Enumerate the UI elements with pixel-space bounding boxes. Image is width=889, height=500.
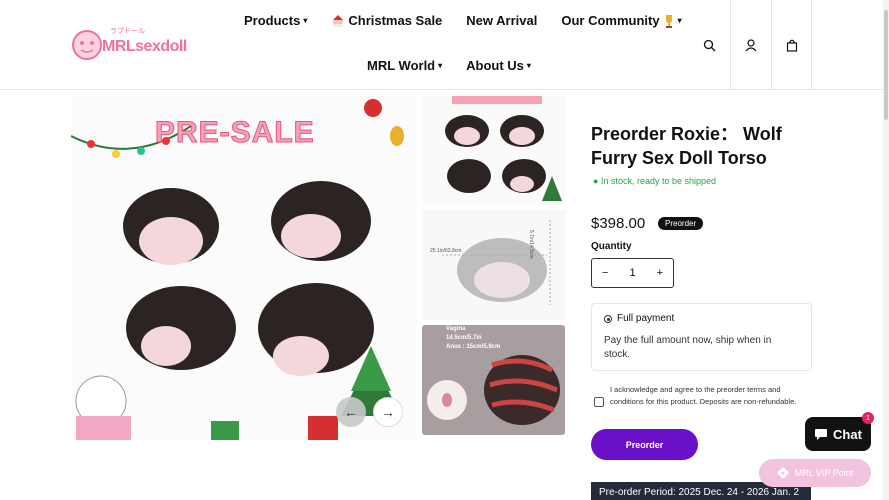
thumbnail-1[interactable] (422, 96, 565, 205)
thumbnail-2[interactable]: 25.1in/63.8cm 5.7in/14.5cm (422, 210, 565, 320)
terms-checkbox[interactable] (594, 397, 604, 407)
chat-unread-badge: 1 (862, 412, 874, 424)
arrow-right-icon: → (381, 404, 395, 420)
stock-dot-icon: ● (593, 176, 599, 186)
thumbnail-3-line-3: Anus : 15cm/5.9cm (446, 344, 501, 350)
chevron-down-icon: ▾ (526, 61, 531, 70)
vip-points-button[interactable]: MRL VIP Point (759, 459, 871, 487)
nav-new-arrival-label: New Arrival (466, 13, 538, 28)
payment-option-title: Full payment (617, 313, 675, 324)
flower-icon (777, 467, 789, 479)
stock-status: ● In stock, ready to be shipped (593, 176, 716, 186)
nav-about-us-label: About Us (466, 58, 524, 73)
thumbnail-2-dim-a: 25.1in/63.8cm (430, 248, 462, 254)
nav-christmas-sale-label: Christmas Sale (348, 13, 443, 28)
vip-points-label: MRL VIP Point (794, 468, 854, 478)
quantity-increase-button[interactable]: + (657, 267, 663, 279)
logo-mascot-icon (72, 30, 102, 60)
account-button[interactable] (730, 0, 771, 90)
cart-button[interactable] (771, 0, 812, 90)
nav-our-community[interactable]: Our Community ▾ (561, 13, 681, 28)
gallery-prev-button[interactable]: ← (336, 397, 366, 427)
nav-mrl-world[interactable]: MRL World ▾ (367, 58, 442, 73)
page-scrollbar-thumb[interactable] (884, 10, 888, 120)
payment-radio[interactable] (604, 315, 612, 323)
user-icon (745, 38, 757, 51)
search-button[interactable] (689, 0, 730, 90)
nav-mrl-world-label: MRL World (367, 58, 436, 73)
presale-banner: PRE-SALE (155, 116, 315, 150)
terms-text: I acknowledge and agree to the preorder … (610, 385, 797, 406)
santa-icon (333, 14, 344, 27)
chevron-down-icon: ▾ (303, 16, 308, 25)
chat-icon (815, 428, 828, 440)
payment-option-description: Pay the full amount now, ship when in st… (604, 335, 772, 360)
quantity-label: Quantity (591, 241, 632, 252)
nav-about-us[interactable]: About Us ▾ (466, 58, 531, 73)
quantity-stepper: − 1 + (591, 258, 674, 288)
site-header: ラブドール MRLsexdoll Products ▾ Christmas Sal… (0, 0, 889, 90)
quantity-decrease-button[interactable]: − (602, 267, 608, 279)
nav-products-label: Products (244, 13, 301, 28)
main-nav-row-2: MRL World ▾ About Us ▾ (367, 58, 531, 73)
nav-our-community-label: Our Community (561, 13, 660, 28)
header-divider (811, 0, 812, 90)
nav-new-arrival[interactable]: New Arrival (466, 13, 537, 28)
chat-label: Chat (833, 426, 862, 442)
search-icon (703, 39, 716, 51)
thumbnail-3-labels: Vagina 14.5cm/5.7in Anus : 15cm/5.9cm (446, 325, 500, 352)
thumbnail-3-line-2: 14.5cm/5.7in (446, 335, 482, 341)
bag-icon (786, 39, 798, 52)
thumbnail-3-line-1: Vagina (446, 326, 466, 332)
nav-products[interactable]: Products ▾ (244, 13, 307, 28)
thumbnail-1-illustration (445, 96, 562, 201)
stock-status-text: In stock, ready to be shipped (600, 176, 717, 186)
nav-christmas-sale[interactable]: Christmas Sale (331, 13, 442, 28)
main-product-image[interactable]: PRE-SALE ← → (71, 96, 417, 440)
thumbnail-2-illustration (442, 220, 551, 305)
logo-wordmark: MRLsexdoll (102, 38, 187, 55)
thumbnail-3[interactable]: Vagina 14.5cm/5.7in Anus : 15cm/5.9cm (422, 325, 565, 435)
product-title: Preorder Roxie： Wolf Furry Sex Doll Tors… (591, 124, 782, 168)
arrow-left-icon: ← (344, 404, 358, 420)
chevron-down-icon: ▾ (677, 16, 682, 25)
product-price: $398.00 (591, 215, 646, 232)
chat-button[interactable]: Chat (805, 417, 871, 451)
payment-option-full[interactable]: Full payment Pay the full amount now, sh… (591, 303, 812, 371)
brand-logo[interactable]: ラブドール MRLsexdoll (70, 24, 190, 64)
main-nav-row-1: Products ▾ Christmas Sale New Arrival Our… (244, 13, 682, 28)
preorder-badge: Preorder (658, 217, 704, 230)
trophy-icon (665, 14, 672, 28)
logo-tagline: ラブドール (110, 28, 145, 35)
preorder-button[interactable]: Preorder (591, 429, 698, 460)
gallery-next-button[interactable]: → (373, 397, 403, 427)
quantity-value[interactable]: 1 (629, 267, 635, 279)
thumbnail-2-dim-b: 5.7in/14.5cm (528, 230, 534, 259)
chevron-down-icon: ▾ (438, 61, 443, 70)
